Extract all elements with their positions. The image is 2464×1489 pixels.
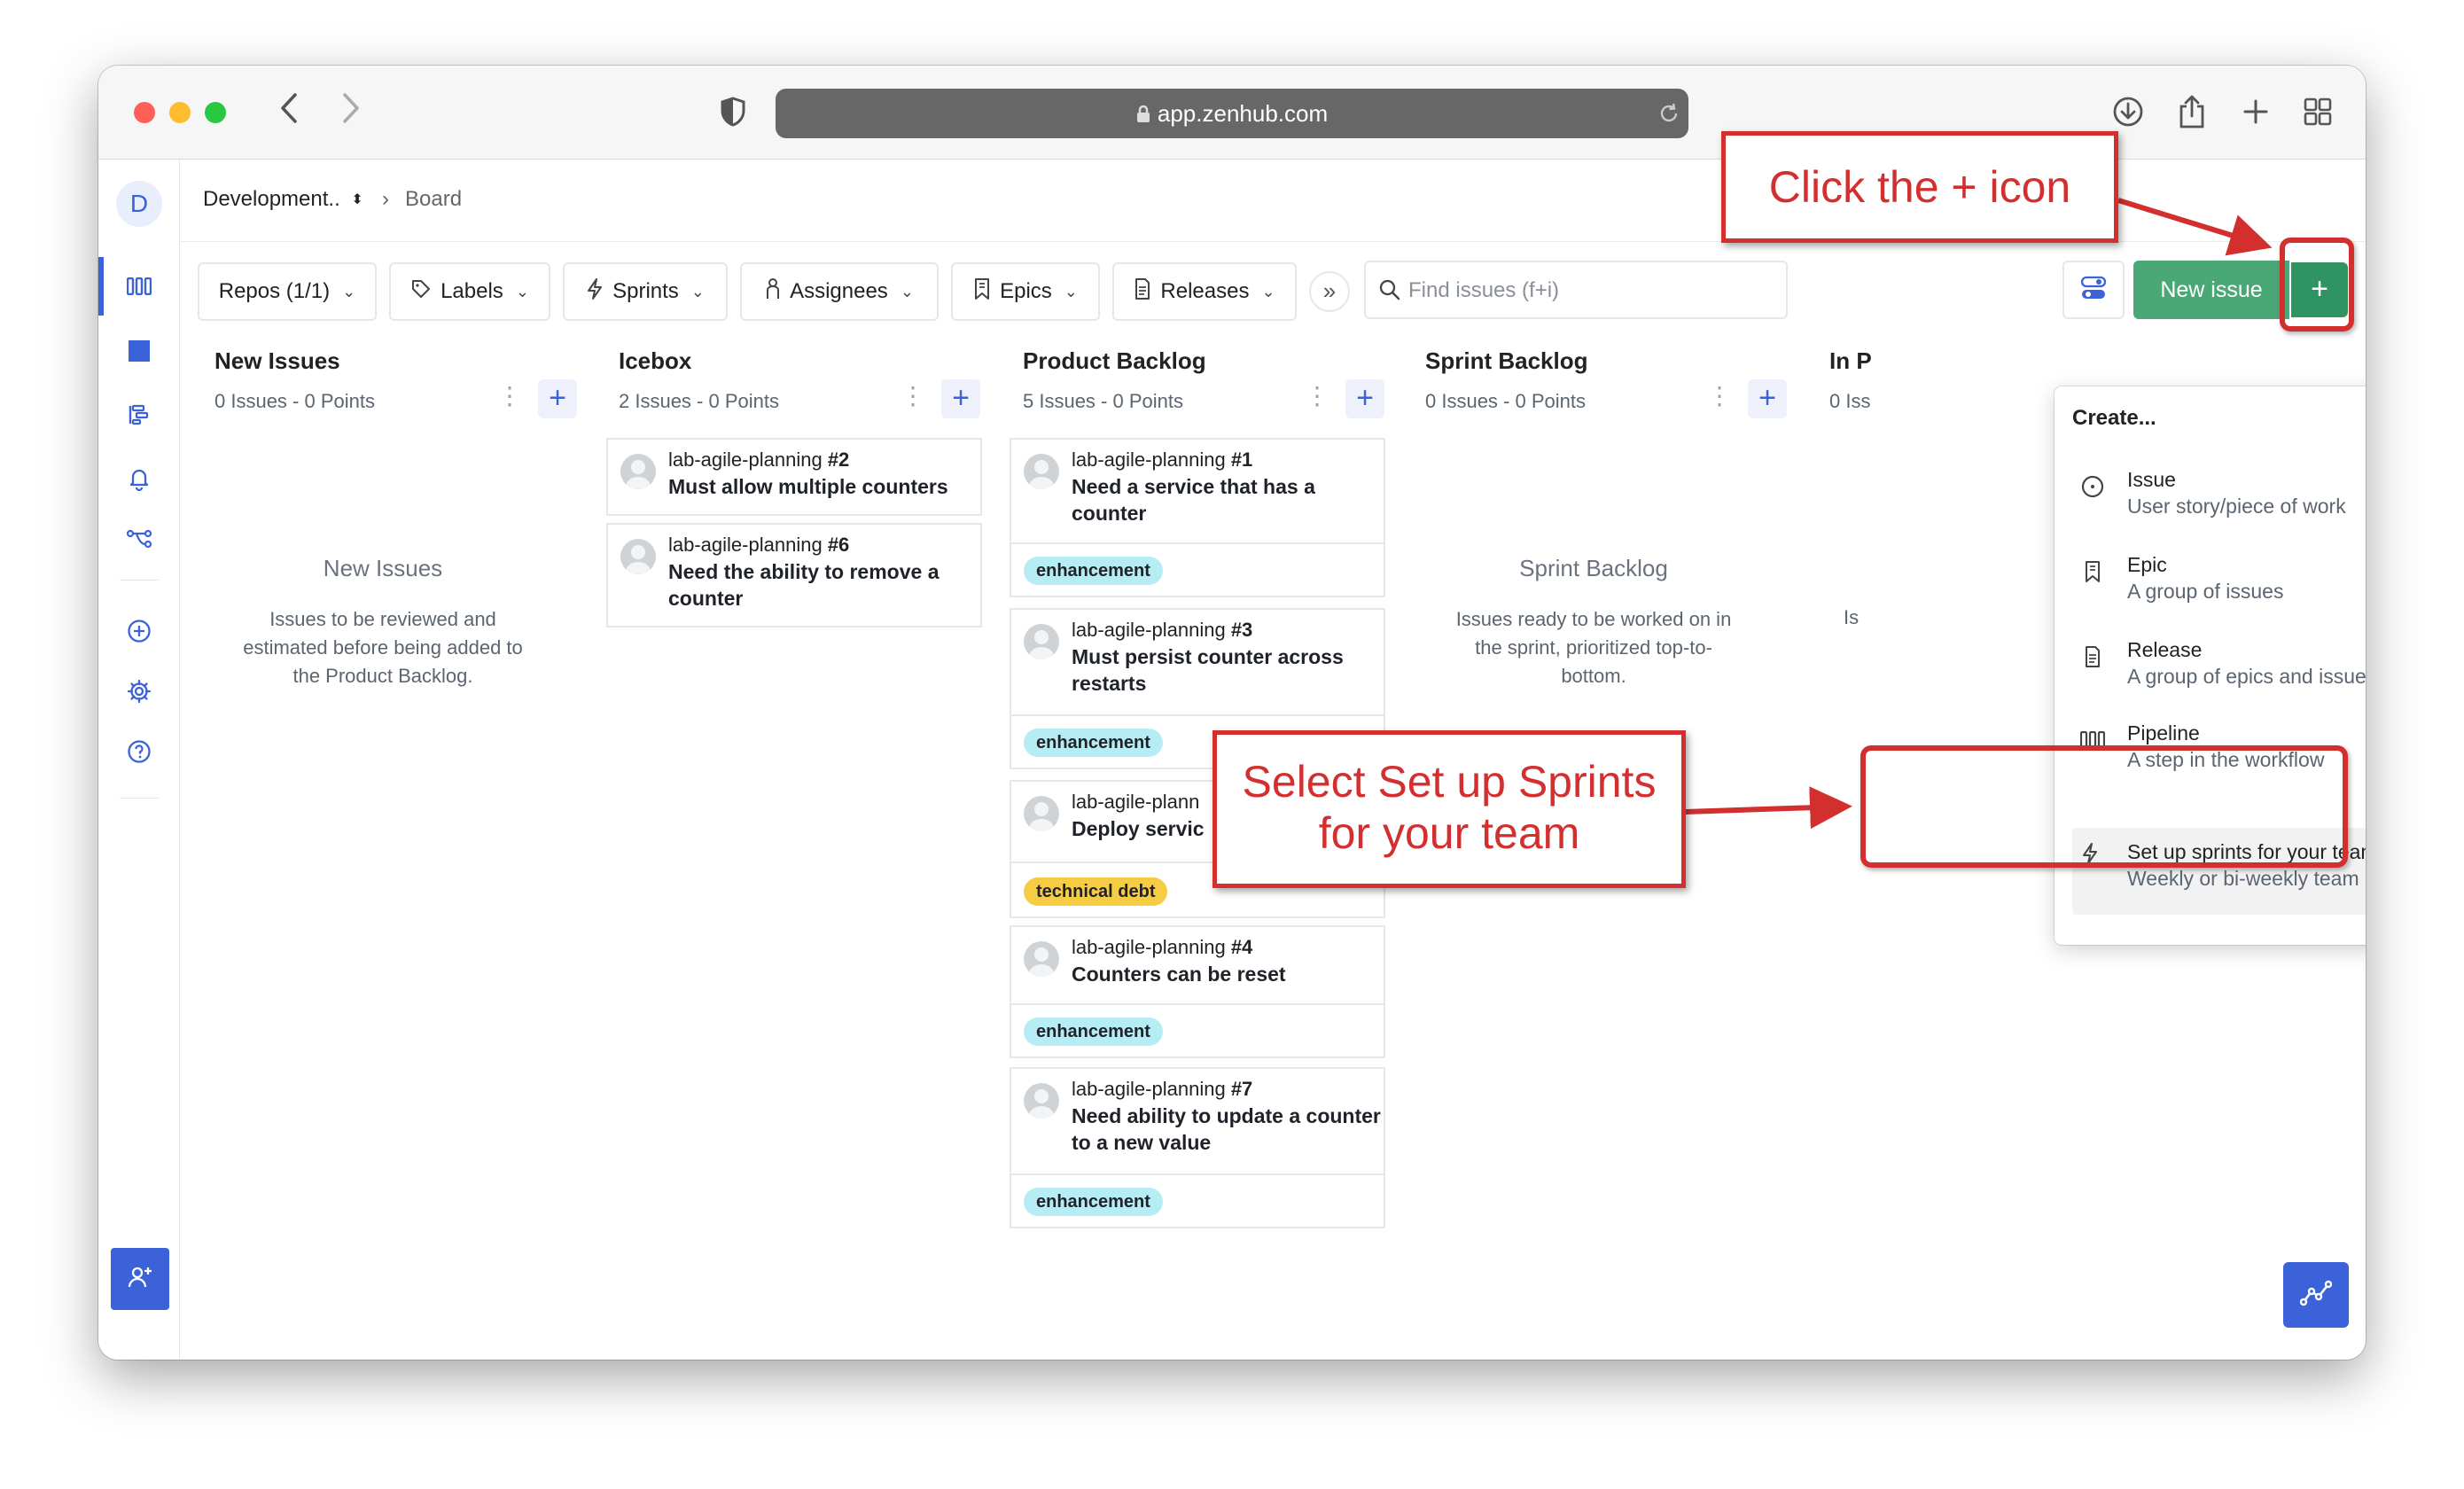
callout-line: Select Set up Sprints: [1242, 757, 1657, 807]
arrow-to-plus: [2117, 198, 2273, 256]
callout-select-sprints: Select Set up Sprints for your team: [1213, 730, 1686, 888]
callout-line: for your team: [1318, 808, 1580, 858]
callout-click-plus: Click the + icon: [1721, 131, 2118, 243]
arrow-to-setup-sprints: [1685, 786, 1852, 830]
